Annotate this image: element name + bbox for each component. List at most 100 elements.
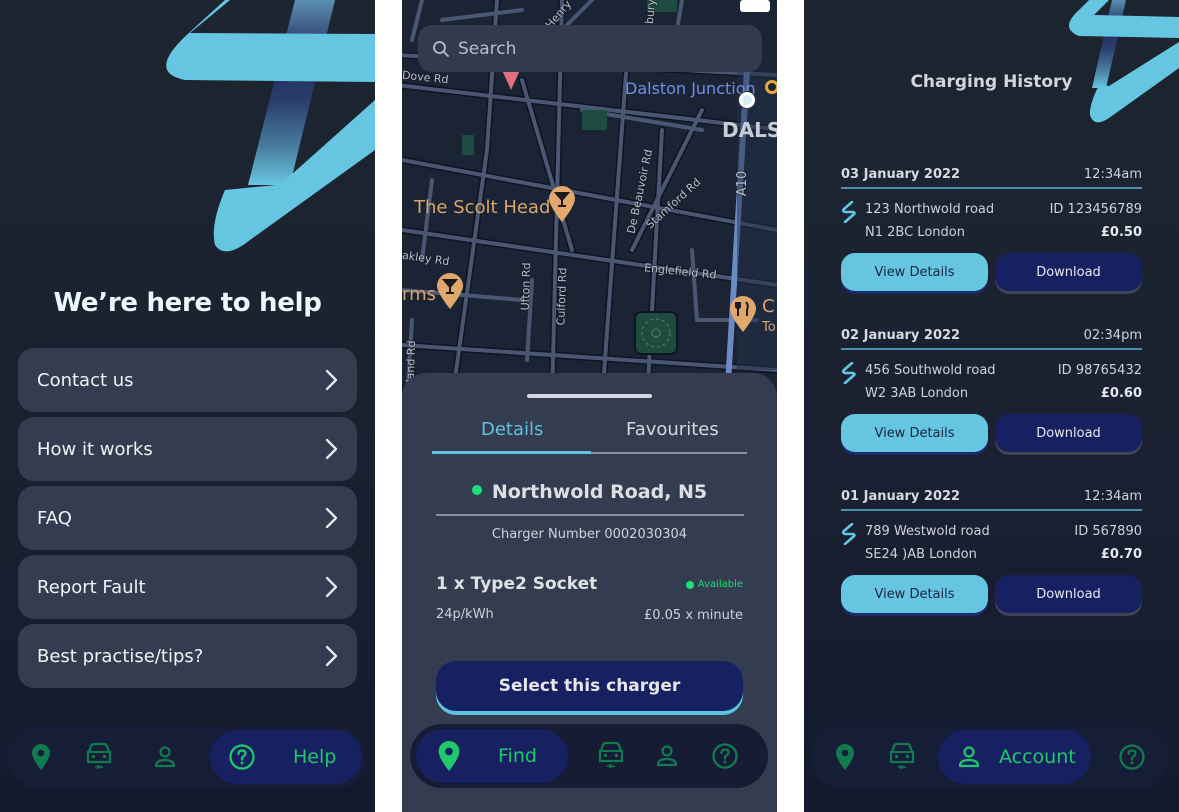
- search-icon: [433, 40, 449, 57]
- car-charging-icon: [889, 742, 915, 770]
- help-circle-icon: [712, 743, 738, 769]
- nav-find[interactable]: [828, 725, 862, 789]
- bar-pin-icon[interactable]: [437, 273, 463, 309]
- nav-account[interactable]: [650, 724, 684, 788]
- map-pin-icon: [32, 744, 50, 770]
- menu-item-label: Best practise/tips?: [37, 645, 204, 667]
- view-details-button[interactable]: View Details: [841, 575, 988, 613]
- history-entry: 01 January 2022 12:34am 789 Westwold roa…: [841, 489, 1142, 639]
- map-pin-icon: [836, 744, 854, 770]
- nav-account[interactable]: [148, 725, 182, 789]
- bottom-nav: Find: [410, 724, 768, 788]
- nav-help-active[interactable]: Help: [210, 730, 362, 784]
- current-location-icon[interactable]: [739, 92, 755, 108]
- station-label: Dalston Junction: [625, 79, 756, 98]
- menu-item-report-fault[interactable]: Report Fault: [18, 555, 357, 619]
- nav-find[interactable]: [24, 725, 58, 789]
- user-icon: [154, 746, 176, 768]
- search-input[interactable]: [458, 38, 738, 59]
- download-button[interactable]: Download: [995, 414, 1142, 452]
- nav-help[interactable]: [1115, 725, 1149, 789]
- entry-price: £0.70: [1100, 547, 1142, 562]
- find-screen: Dove Rd De Beauvoir Rd Stamford Rd A10 a…: [402, 0, 777, 812]
- entry-address-line1: 789 Westwold road: [865, 524, 990, 539]
- download-button[interactable]: Download: [995, 575, 1142, 613]
- restaurant-pin-icon[interactable]: [730, 296, 756, 332]
- entry-date: 02 January 2022: [841, 328, 961, 343]
- bottom-nav: Help: [8, 725, 366, 789]
- entry-address-line1: 123 Northwold road: [865, 202, 995, 217]
- time-rate: £0.05 x minute: [643, 608, 743, 623]
- energy-rate: 24p/kWh: [436, 607, 494, 622]
- help-circle-icon: [229, 744, 255, 770]
- select-charger-button[interactable]: Select this charger: [436, 661, 743, 711]
- nav-vehicle[interactable]: [885, 725, 919, 789]
- car-charging-icon: [598, 741, 624, 769]
- page-title: Charging History: [910, 72, 1073, 92]
- street-label: Ufton Rd: [518, 262, 534, 311]
- chevron-right-icon: [325, 507, 338, 529]
- nav-help[interactable]: [708, 724, 742, 788]
- menu-item-faq[interactable]: FAQ: [18, 486, 357, 550]
- entry-price: £0.60: [1100, 386, 1142, 401]
- map-view[interactable]: Dove Rd De Beauvoir Rd Stamford Rd A10 a…: [402, 0, 777, 400]
- available-dot-icon: [685, 580, 694, 589]
- chevron-right-icon: [325, 369, 338, 391]
- bolt-icon: [841, 201, 856, 223]
- area-label: DALS: [722, 118, 777, 142]
- menu-item-label: How it works: [37, 438, 153, 460]
- history-screen: Charging History 03 January 2022 12:34am…: [804, 0, 1179, 812]
- chevron-right-icon: [325, 438, 338, 460]
- entry-date: 01 January 2022: [841, 489, 961, 504]
- nav-vehicle[interactable]: [594, 724, 628, 788]
- divider: [841, 187, 1142, 189]
- entry-time: 12:34am: [1083, 489, 1142, 504]
- nav-account-active[interactable]: Account: [938, 730, 1091, 784]
- menu-item-best-practise[interactable]: Best practise/tips?: [18, 624, 357, 688]
- view-details-button[interactable]: View Details: [841, 253, 988, 291]
- view-details-button[interactable]: View Details: [841, 414, 988, 452]
- entry-address-line2: SE24 )AB London: [865, 547, 977, 562]
- nav-help-label: Help: [293, 746, 337, 768]
- map-pin-icon: [438, 741, 460, 771]
- entry-address-line1: 456 Southwold road: [865, 363, 996, 378]
- poi-label: The Scolt Head: [414, 197, 551, 218]
- train-station-icon: [765, 80, 777, 94]
- download-button[interactable]: Download: [995, 253, 1142, 291]
- availability-badge: Available: [685, 579, 743, 590]
- poi-label: rms: [402, 284, 436, 305]
- tab-favourites[interactable]: Favourites: [626, 419, 719, 440]
- entry-address-line2: N1 2BC London: [865, 225, 965, 240]
- entry-id: ID 123456789: [1049, 202, 1142, 217]
- menu-item-label: FAQ: [37, 507, 72, 529]
- entry-time: 02:34pm: [1083, 328, 1142, 343]
- help-circle-icon: [1119, 744, 1145, 770]
- location-title: Northwold Road, N5: [402, 481, 777, 503]
- entry-time: 12:34am: [1083, 167, 1142, 182]
- help-screen: We’re here to help Contact us How it wor…: [0, 0, 375, 812]
- menu-item-label: Report Fault: [37, 576, 146, 598]
- street-label: A10: [735, 170, 751, 197]
- divider: [436, 514, 744, 516]
- search-bar[interactable]: [418, 25, 762, 72]
- car-charging-icon: [86, 742, 112, 770]
- nav-find-active[interactable]: Find: [416, 729, 568, 783]
- tab-details[interactable]: Details: [481, 419, 543, 440]
- brand-bolt-logo: [166, 0, 375, 252]
- nav-vehicle[interactable]: [82, 725, 116, 789]
- street-label: Culford Rd: [554, 267, 570, 326]
- street-label: bury: [642, 0, 659, 25]
- bolt-icon: [841, 523, 856, 545]
- menu-item-how-it-works[interactable]: How it works: [18, 417, 357, 481]
- bolt-icon: [841, 362, 856, 384]
- poi-label: C: [762, 296, 775, 317]
- bar-pin-icon[interactable]: [549, 186, 575, 222]
- drag-handle[interactable]: [527, 394, 652, 398]
- entry-date: 03 January 2022: [841, 167, 961, 182]
- nav-find-label: Find: [498, 745, 537, 767]
- entry-id: ID 567890: [1074, 524, 1142, 539]
- menu-item-contact-us[interactable]: Contact us: [18, 348, 357, 412]
- history-entry: 03 January 2022 12:34am 123 Northwold ro…: [841, 167, 1142, 317]
- menu-item-label: Contact us: [37, 369, 134, 391]
- bottom-nav: Account: [811, 725, 1169, 789]
